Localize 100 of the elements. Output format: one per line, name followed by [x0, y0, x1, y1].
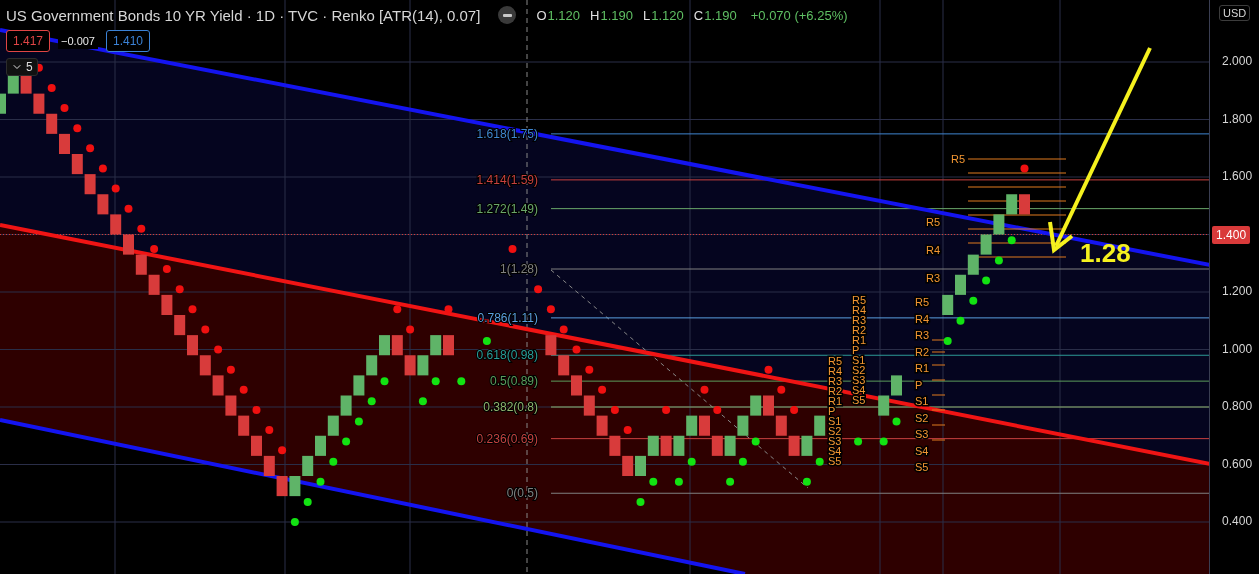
pivot-label: R5: [828, 355, 843, 367]
renko-brick: [724, 435, 736, 456]
renko-brick: [404, 355, 416, 376]
sar-dot: [969, 296, 978, 305]
renko-brick: [84, 174, 96, 195]
pivot-line: [931, 439, 946, 441]
pivot-line: [931, 351, 946, 353]
renko-brick: [251, 435, 262, 456]
renko-brick: [942, 294, 954, 315]
sar-dot: [546, 305, 555, 314]
sar-dot: [892, 417, 901, 426]
price-tick: 1.000: [1222, 341, 1253, 356]
sar-dot: [175, 285, 184, 294]
sar-dot: [790, 405, 799, 414]
renko-brick: [289, 476, 301, 497]
renko-brick: [238, 415, 250, 436]
sar-dot: [137, 224, 146, 233]
sar-dot: [239, 385, 248, 394]
sar-dot: [879, 437, 888, 446]
sar-dot: [815, 457, 824, 466]
sar-dot: [124, 204, 133, 213]
sar-dot: [393, 305, 402, 314]
renko-brick: [699, 415, 710, 436]
pivot-label: R5: [926, 216, 941, 228]
renko-brick: [20, 73, 32, 94]
sar-dot: [687, 457, 696, 466]
renko-brick: [97, 194, 109, 215]
currency-label[interactable]: USD: [1219, 5, 1251, 21]
pivot-label: R5: [951, 153, 966, 165]
renko-brick: [711, 435, 723, 456]
price-tick: 1.600: [1222, 169, 1253, 183]
pivot-label: S5: [852, 394, 866, 406]
sar-dot: [252, 405, 261, 414]
price-tick: 0.600: [1222, 456, 1253, 471]
pivot-label: S3: [915, 428, 929, 440]
renko-brick: [1019, 194, 1030, 215]
sar-dot: [86, 144, 95, 153]
pivot-label: S4: [828, 445, 842, 457]
renko-brick: [430, 335, 442, 356]
sar-dot: [265, 426, 274, 434]
sar-dot: [226, 365, 235, 374]
renko-brick: [609, 435, 621, 456]
fib-level-label: 0.382(0.8): [483, 400, 538, 414]
sar-dot: [777, 385, 786, 394]
sar-dot: [713, 405, 722, 414]
pivot-label: S1: [828, 415, 842, 427]
ohlc-label: C: [693, 7, 704, 23]
buy-price[interactable]: 1.410: [106, 30, 150, 52]
sar-dot: [1007, 236, 1016, 245]
renko-brick: [327, 415, 339, 436]
sar-dot: [342, 437, 351, 446]
ohlc-value: 1.120: [547, 7, 581, 23]
fib-level-label: 1.618(1.75): [476, 126, 538, 141]
renko-brick: [622, 455, 634, 476]
sar-dot: [610, 405, 619, 414]
fib-level-label: 1.272(1.49): [476, 201, 538, 216]
renko-brick: [443, 335, 454, 356]
pivot-line: [931, 409, 946, 411]
pivot-label: R5: [852, 294, 867, 306]
renko-brick: [353, 375, 365, 396]
pivot-line: [931, 424, 946, 426]
renko-brick: [763, 395, 774, 416]
collapse-button[interactable]: [498, 6, 517, 24]
renko-brick: [187, 335, 198, 356]
sar-dot: [150, 244, 159, 253]
renko-brick: [225, 395, 237, 416]
sar-dot: [598, 385, 607, 394]
renko-brick: [71, 154, 83, 175]
pivot-label: R1: [828, 395, 843, 407]
sar-dot: [636, 497, 645, 506]
renko-brick: [315, 435, 326, 456]
sar-dot: [726, 477, 735, 486]
indicators-toggle[interactable]: 5: [6, 58, 38, 76]
renko-brick: [263, 455, 275, 476]
renko-brick: [148, 274, 160, 295]
sell-price[interactable]: 1.417: [6, 30, 51, 52]
sar-dot: [354, 417, 363, 426]
pivot-label: R4: [828, 365, 843, 377]
price-tick: 1.200: [1222, 284, 1253, 298]
renko-brick: [212, 375, 224, 396]
renko-brick: [980, 234, 992, 255]
renko-brick: [174, 315, 186, 336]
sar-dot: [162, 265, 171, 273]
renko-brick: [366, 355, 378, 376]
pivot-label: S4: [915, 444, 929, 457]
pivot-label: S1: [852, 354, 866, 366]
sar-dot: [738, 457, 747, 466]
renko-brick: [59, 133, 70, 154]
renko-brick: [788, 435, 800, 456]
sar-dot: [98, 164, 107, 173]
renko-brick: [596, 415, 608, 436]
sar-dot: [431, 377, 440, 386]
pivot-label: S2: [852, 364, 866, 376]
renko-brick: [993, 214, 1005, 235]
sar-dot: [482, 336, 491, 345]
sar-dot: [662, 405, 671, 414]
sar-dot: [802, 477, 811, 486]
sar-dot: [47, 83, 56, 92]
renko-brick: [647, 435, 659, 456]
renko-brick: [161, 294, 173, 315]
